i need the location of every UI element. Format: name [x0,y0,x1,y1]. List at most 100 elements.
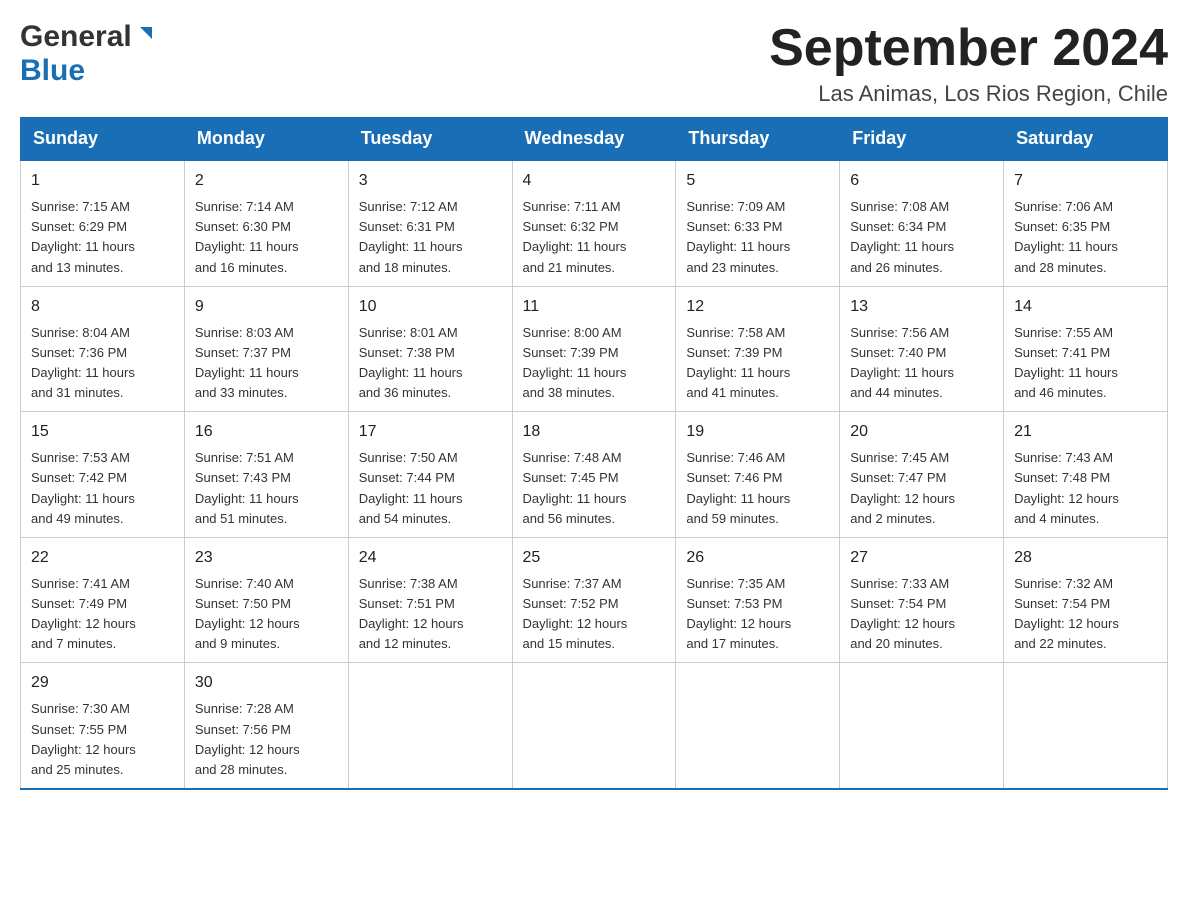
day-number: 17 [359,420,502,444]
table-row: 26 Sunrise: 7:35 AM Sunset: 7:53 PM Dayli… [676,537,840,663]
table-row [840,663,1004,789]
day-info: Sunrise: 7:11 AM Sunset: 6:32 PM Dayligh… [523,197,666,278]
table-row: 18 Sunrise: 7:48 AM Sunset: 7:45 PM Dayli… [512,412,676,538]
day-info: Sunrise: 7:40 AM Sunset: 7:50 PM Dayligh… [195,574,338,655]
table-row: 9Sunrise: 8:03 AM Sunset: 7:37 PM Daylig… [184,286,348,412]
table-row: 20 Sunrise: 7:45 AM Sunset: 7:47 PM Dayli… [840,412,1004,538]
table-row: 6 Sunrise: 7:08 AM Sunset: 6:34 PM Daylig… [840,160,1004,286]
day-number: 29 [31,671,174,695]
day-info: Sunrise: 7:38 AM Sunset: 7:51 PM Dayligh… [359,574,502,655]
day-info: Sunrise: 7:35 AM Sunset: 7:53 PM Dayligh… [686,574,829,655]
table-row: 11 Sunrise: 8:00 AM Sunset: 7:39 PM Dayli… [512,286,676,412]
day-info: Sunrise: 7:08 AM Sunset: 6:34 PM Dayligh… [850,197,993,278]
table-row: 12Sunrise: 7:58 AM Sunset: 7:39 PM Dayli… [676,286,840,412]
day-number: 22 [31,546,174,570]
month-title: September 2024 [769,20,1168,77]
day-info: Sunrise: 7:09 AM Sunset: 6:33 PM Dayligh… [686,197,829,278]
day-info: Sunrise: 7:56 AM Sunset: 7:40 PM Dayligh… [850,323,993,404]
day-number: 24 [359,546,502,570]
day-number: 10 [359,295,502,319]
col-tuesday: Tuesday [348,118,512,161]
day-number: 11 [523,295,666,319]
day-info: Sunrise: 7:41 AM Sunset: 7:49 PM Dayligh… [31,574,174,655]
calendar-week-2: 8 Sunrise: 8:04 AM Sunset: 7:36 PM Daylig… [21,286,1168,412]
table-row: 4 Sunrise: 7:11 AM Sunset: 6:32 PM Daylig… [512,160,676,286]
table-row [1004,663,1168,789]
day-number: 28 [1014,546,1157,570]
table-row: 8 Sunrise: 8:04 AM Sunset: 7:36 PM Daylig… [21,286,185,412]
table-row: 13 Sunrise: 7:56 AM Sunset: 7:40 PM Dayli… [840,286,1004,412]
day-number: 18 [523,420,666,444]
day-number: 5 [686,169,829,193]
day-info: Sunrise: 7:28 AM Sunset: 7:56 PM Dayligh… [195,699,338,780]
day-info: Sunrise: 8:03 AM Sunset: 7:37 PM Dayligh… [195,323,338,404]
table-row [676,663,840,789]
logo-general-text: General [20,20,132,54]
day-info: Sunrise: 7:45 AM Sunset: 7:47 PM Dayligh… [850,448,993,529]
col-wednesday: Wednesday [512,118,676,161]
table-row: 30 Sunrise: 7:28 AM Sunset: 7:56 PM Dayli… [184,663,348,789]
day-number: 12 [686,295,829,319]
logo: General Blue [20,20,156,88]
table-row: 21Sunrise: 7:43 AM Sunset: 7:48 PM Dayli… [1004,412,1168,538]
day-info: Sunrise: 7:53 AM Sunset: 7:42 PM Dayligh… [31,448,174,529]
col-sunday: Sunday [21,118,185,161]
day-number: 23 [195,546,338,570]
day-info: Sunrise: 8:00 AM Sunset: 7:39 PM Dayligh… [523,323,666,404]
calendar-week-4: 22 Sunrise: 7:41 AM Sunset: 7:49 PM Dayli… [21,537,1168,663]
day-number: 13 [850,295,993,319]
logo-blue-text: Blue [20,54,85,87]
day-info: Sunrise: 7:51 AM Sunset: 7:43 PM Dayligh… [195,448,338,529]
table-row: 5 Sunrise: 7:09 AM Sunset: 6:33 PM Daylig… [676,160,840,286]
day-number: 1 [31,169,174,193]
page-header: General Blue September 2024 Las Animas, … [20,20,1168,107]
table-row: 27 Sunrise: 7:33 AM Sunset: 7:54 PM Dayli… [840,537,1004,663]
day-number: 19 [686,420,829,444]
day-info: Sunrise: 7:30 AM Sunset: 7:55 PM Dayligh… [31,699,174,780]
day-number: 16 [195,420,338,444]
day-info: Sunrise: 8:04 AM Sunset: 7:36 PM Dayligh… [31,323,174,404]
day-info: Sunrise: 7:12 AM Sunset: 6:31 PM Dayligh… [359,197,502,278]
day-number: 4 [523,169,666,193]
day-number: 25 [523,546,666,570]
day-info: Sunrise: 7:46 AM Sunset: 7:46 PM Dayligh… [686,448,829,529]
day-info: Sunrise: 7:06 AM Sunset: 6:35 PM Dayligh… [1014,197,1157,278]
table-row: 24 Sunrise: 7:38 AM Sunset: 7:51 PM Dayli… [348,537,512,663]
day-number: 6 [850,169,993,193]
day-info: Sunrise: 7:50 AM Sunset: 7:44 PM Dayligh… [359,448,502,529]
table-row: 15 Sunrise: 7:53 AM Sunset: 7:42 PM Dayli… [21,412,185,538]
day-info: Sunrise: 7:48 AM Sunset: 7:45 PM Dayligh… [523,448,666,529]
table-row [512,663,676,789]
day-number: 2 [195,169,338,193]
col-thursday: Thursday [676,118,840,161]
table-row: 28Sunrise: 7:32 AM Sunset: 7:54 PM Dayli… [1004,537,1168,663]
day-number: 27 [850,546,993,570]
col-friday: Friday [840,118,1004,161]
day-number: 26 [686,546,829,570]
table-row: 25 Sunrise: 7:37 AM Sunset: 7:52 PM Dayli… [512,537,676,663]
day-number: 20 [850,420,993,444]
day-number: 15 [31,420,174,444]
day-number: 7 [1014,169,1157,193]
calendar-table: Sunday Monday Tuesday Wednesday Thursday… [20,117,1168,790]
day-number: 8 [31,295,174,319]
table-row: 29 Sunrise: 7:30 AM Sunset: 7:55 PM Dayli… [21,663,185,789]
table-row: 2 Sunrise: 7:14 AM Sunset: 6:30 PM Daylig… [184,160,348,286]
calendar-week-3: 15 Sunrise: 7:53 AM Sunset: 7:42 PM Dayli… [21,412,1168,538]
title-section: September 2024 Las Animas, Los Rios Regi… [769,20,1168,107]
day-number: 30 [195,671,338,695]
table-row: 10 Sunrise: 8:01 AM Sunset: 7:38 PM Dayli… [348,286,512,412]
calendar-week-5: 29 Sunrise: 7:30 AM Sunset: 7:55 PM Dayli… [21,663,1168,789]
day-info: Sunrise: 7:37 AM Sunset: 7:52 PM Dayligh… [523,574,666,655]
table-row: 22 Sunrise: 7:41 AM Sunset: 7:49 PM Dayli… [21,537,185,663]
table-row: 1 Sunrise: 7:15 AM Sunset: 6:29 PM Daylig… [21,160,185,286]
table-row: 17 Sunrise: 7:50 AM Sunset: 7:44 PM Dayli… [348,412,512,538]
day-info: Sunrise: 7:14 AM Sunset: 6:30 PM Dayligh… [195,197,338,278]
day-info: Sunrise: 7:55 AM Sunset: 7:41 PM Dayligh… [1014,323,1157,404]
day-info: Sunrise: 7:15 AM Sunset: 6:29 PM Dayligh… [31,197,174,278]
table-row: 23 Sunrise: 7:40 AM Sunset: 7:50 PM Dayli… [184,537,348,663]
day-info: Sunrise: 8:01 AM Sunset: 7:38 PM Dayligh… [359,323,502,404]
day-info: Sunrise: 7:33 AM Sunset: 7:54 PM Dayligh… [850,574,993,655]
location-subtitle: Las Animas, Los Rios Region, Chile [769,81,1168,107]
calendar-week-1: 1 Sunrise: 7:15 AM Sunset: 6:29 PM Daylig… [21,160,1168,286]
